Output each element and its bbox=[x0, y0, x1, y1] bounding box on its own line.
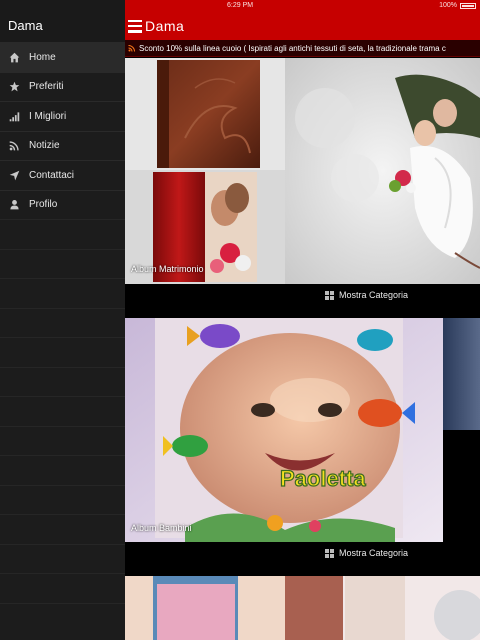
sidebar-item-label: Preferiti bbox=[29, 81, 64, 93]
rss-icon bbox=[7, 139, 21, 153]
battery-icon bbox=[460, 2, 476, 9]
sidebar-item-migliori[interactable]: I Migliori bbox=[0, 101, 125, 131]
star-icon bbox=[7, 80, 21, 94]
user-icon bbox=[7, 198, 21, 212]
album-card-matrimonio[interactable]: Album Matrimonio bbox=[125, 58, 480, 284]
mostra-categoria-label: Mostra Categoria bbox=[339, 548, 409, 558]
sidebar-item-label: Contattaci bbox=[29, 169, 75, 181]
sidebar-item-profilo[interactable]: Profilo bbox=[0, 189, 125, 220]
sidebar-divider bbox=[0, 514, 125, 544]
sidebar-divider bbox=[0, 307, 125, 338]
sidebar-item-label: Profilo bbox=[29, 199, 58, 211]
mostra-categoria-label: Mostra Categoria bbox=[339, 290, 409, 300]
sidebar-divider bbox=[0, 278, 125, 308]
album-matrimonio-image bbox=[125, 58, 480, 284]
news-ticker[interactable]: Sconto 10% sulla linea cuoio ( Ispirati … bbox=[125, 40, 480, 57]
album-next-image bbox=[125, 576, 480, 640]
sidebar-title: Dama bbox=[0, 0, 125, 42]
side-menu: Dama Home Preferiti I Migliori Notizie C… bbox=[0, 0, 125, 640]
battery-status: 100% bbox=[439, 2, 476, 9]
sidebar-divider bbox=[0, 248, 125, 279]
sidebar-divider bbox=[0, 455, 125, 485]
mostra-categoria-button[interactable]: Mostra Categoria bbox=[325, 290, 408, 300]
album-label: Album Matrimonio bbox=[131, 264, 204, 274]
rss-icon bbox=[128, 45, 135, 52]
sidebar-divider bbox=[0, 425, 125, 456]
sidebar-item-preferiti[interactable]: Preferiti bbox=[0, 71, 125, 102]
mostra-categoria-button[interactable]: Mostra Categoria bbox=[325, 548, 408, 558]
status-time: 6:29 PM bbox=[227, 2, 254, 9]
sidebar-divider bbox=[0, 484, 125, 515]
sidebar-divider bbox=[0, 602, 125, 633]
sidebar-divider bbox=[0, 366, 125, 397]
menu-icon[interactable] bbox=[128, 19, 142, 33]
sidebar-divider bbox=[0, 573, 125, 603]
sidebar-item-label: Home bbox=[29, 51, 56, 63]
sidebar-item-label: I Migliori bbox=[29, 110, 67, 122]
location-arrow-icon bbox=[7, 168, 21, 182]
signal-bars-icon bbox=[7, 109, 21, 123]
album-bambini-image: Paoletta bbox=[125, 318, 480, 542]
main-content: 6:29 PM 100% Dama Sconto 10% sulla linea… bbox=[125, 0, 480, 640]
page-title: Dama bbox=[145, 18, 185, 34]
sidebar-divider bbox=[0, 543, 125, 574]
sidebar-divider bbox=[0, 396, 125, 426]
album-card-next[interactable] bbox=[125, 576, 480, 640]
sidebar-item-notizie[interactable]: Notizie bbox=[0, 130, 125, 161]
sidebar-divider bbox=[0, 337, 125, 367]
home-icon bbox=[7, 50, 21, 64]
album-card-bambini[interactable]: Paoletta Album Bambini bbox=[125, 318, 480, 542]
status-bar: 6:29 PM 100% bbox=[125, 0, 480, 12]
sidebar-divider bbox=[0, 219, 125, 249]
sidebar-item-home[interactable]: Home bbox=[0, 42, 125, 72]
battery-percent: 100% bbox=[439, 2, 457, 9]
grid-icon bbox=[325, 548, 334, 558]
grid-icon bbox=[325, 290, 334, 300]
svg-text:Paoletta: Paoletta bbox=[280, 466, 366, 491]
ticker-text: Sconto 10% sulla linea cuoio ( Ispirati … bbox=[139, 43, 446, 53]
sidebar-item-contattaci[interactable]: Contattaci bbox=[0, 160, 125, 190]
sidebar-item-label: Notizie bbox=[29, 140, 60, 152]
album-label: Album Bambini bbox=[131, 523, 192, 533]
app-header: Dama bbox=[125, 12, 480, 40]
